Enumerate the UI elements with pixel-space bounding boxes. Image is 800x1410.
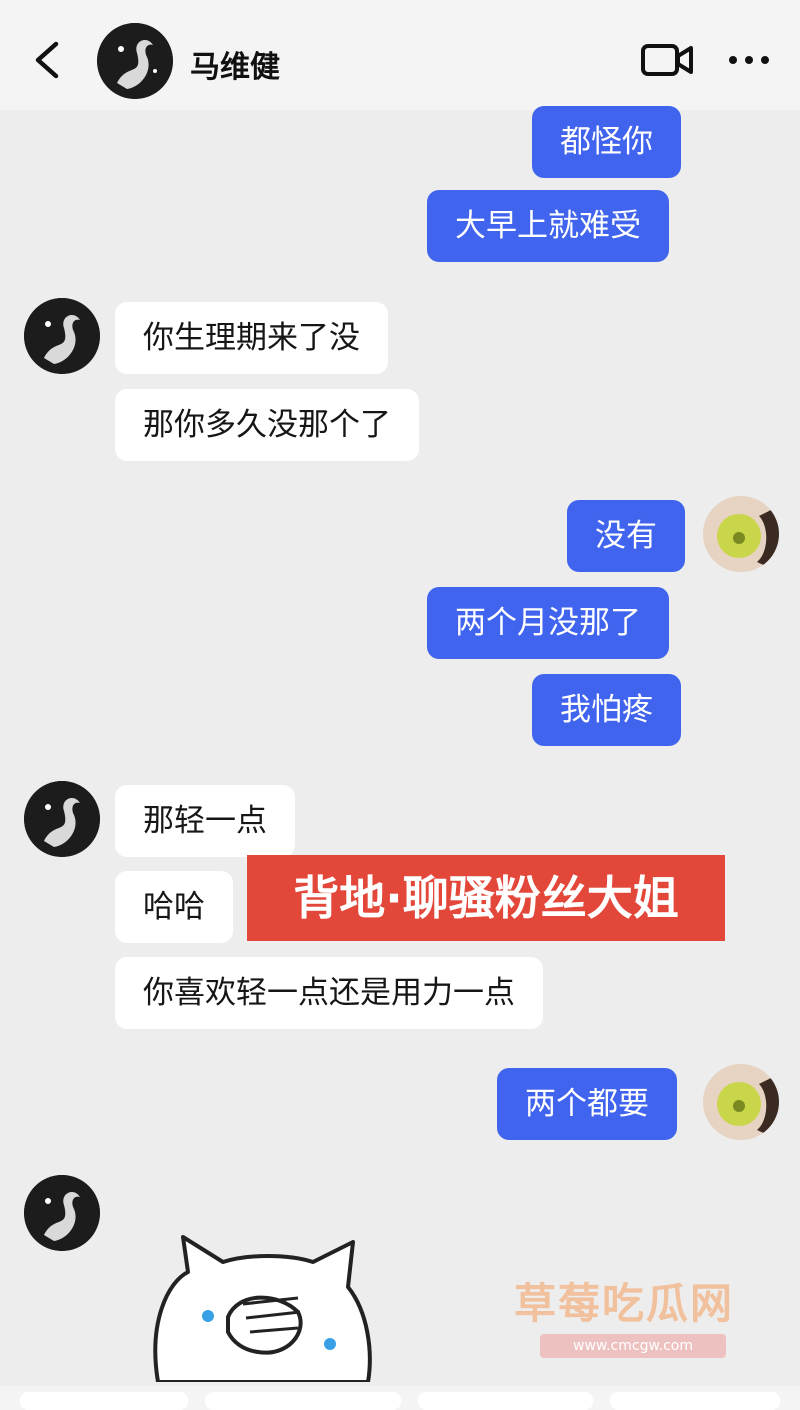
message-bubble-received[interactable]: 那你多久没那个了 — [115, 389, 419, 461]
message-bubble-received[interactable]: 你生理期来了没 — [115, 302, 388, 374]
quick-reply-chip[interactable] — [418, 1392, 593, 1410]
message-bubble-received[interactable]: 那轻一点 — [115, 785, 295, 857]
message-bubble-sent[interactable]: 我怕疼 — [532, 674, 681, 746]
quick-reply-chip[interactable] — [610, 1392, 780, 1410]
contact-avatar[interactable] — [24, 781, 100, 857]
message-bubble-sent[interactable]: 都怪你 — [532, 106, 681, 178]
message-bubble-sent[interactable]: 没有 — [567, 500, 685, 572]
video-call-icon[interactable] — [640, 42, 694, 78]
message-bubble-received[interactable]: 哈哈 — [115, 871, 233, 943]
message-bubble-sent[interactable]: 大早上就难受 — [427, 190, 669, 262]
watermark-url: www.cmcgw.com — [540, 1334, 726, 1358]
contact-avatar[interactable] — [24, 298, 100, 374]
cat-covering-face-sticker[interactable] — [148, 1232, 378, 1384]
more-options-icon[interactable] — [727, 52, 771, 68]
overlay-banner: 背地·聊骚粉丝大姐 — [247, 855, 725, 941]
user-avatar[interactable] — [703, 1064, 779, 1140]
contact-avatar[interactable] — [97, 23, 173, 99]
quick-reply-chip[interactable] — [20, 1392, 188, 1410]
contact-name: 马维健 — [190, 50, 280, 85]
quick-reply-chip[interactable] — [205, 1392, 401, 1410]
message-bubble-received[interactable]: 你喜欢轻一点还是用力一点 — [115, 957, 543, 1029]
chat-header: 马维健 — [0, 0, 800, 110]
message-bubble-sent[interactable]: 两个都要 — [497, 1068, 677, 1140]
contact-avatar[interactable] — [24, 1175, 100, 1251]
watermark-text: 草莓吃瓜网 — [514, 1279, 735, 1328]
back-arrow-icon[interactable] — [28, 38, 68, 82]
user-avatar[interactable] — [703, 496, 779, 572]
message-bubble-sent[interactable]: 两个月没那了 — [427, 587, 669, 659]
